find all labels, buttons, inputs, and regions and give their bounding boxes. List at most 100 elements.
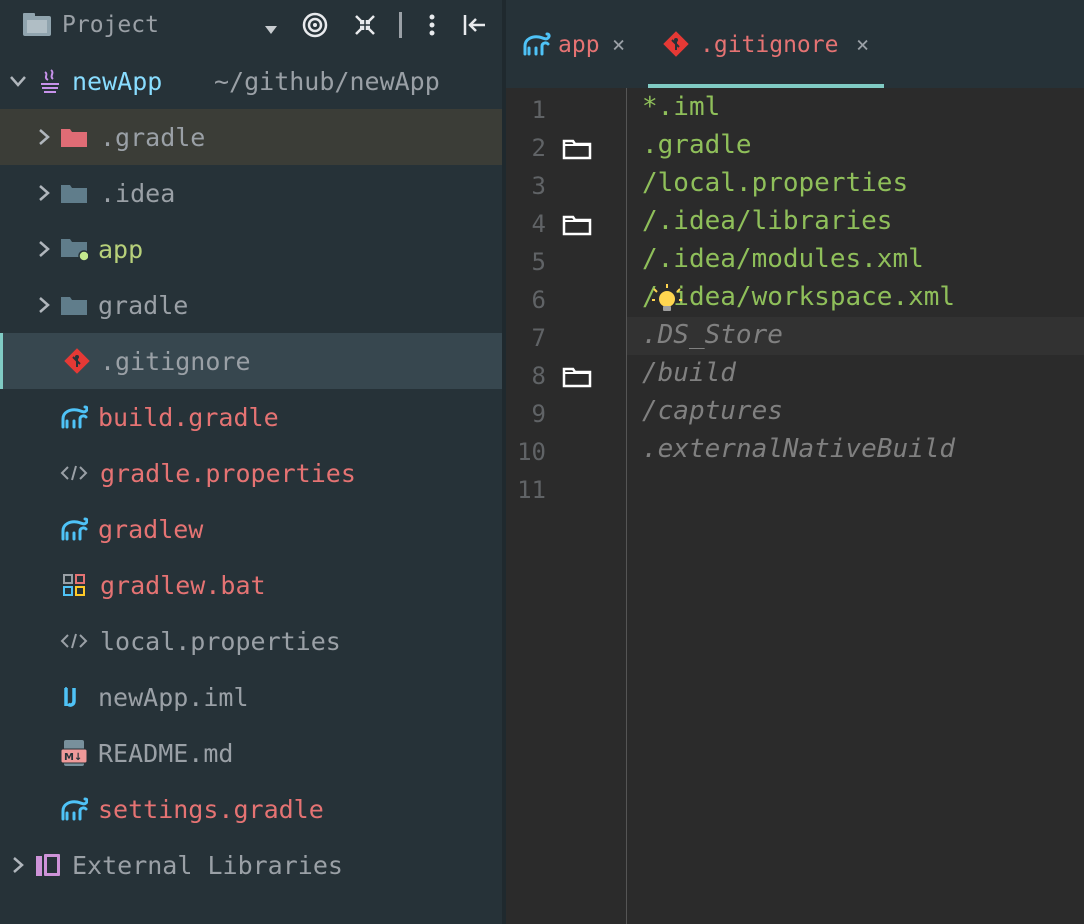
close-icon[interactable]: × [856,33,869,58]
folder-icon [60,291,88,319]
tree-item-readme[interactable]: M↓ README.md [0,725,502,781]
project-view-title[interactable]: Project [62,12,159,38]
project-panel: Project newApp ~/github/newApp .gradle .… [0,0,502,924]
folder-gutter-icon[interactable] [562,138,592,160]
project-view-icon [22,12,52,38]
chevron-right-icon[interactable] [8,855,28,875]
collapse-all-icon[interactable] [350,10,380,40]
line-number: 6 [531,286,546,314]
more-options-icon[interactable] [417,10,447,40]
view-mode-dropdown-icon[interactable] [264,20,278,39]
tree-item-gradle-folder[interactable]: gradle [0,277,502,333]
tree-external-libraries[interactable]: External Libraries [0,837,502,893]
tree-item-gitignore[interactable]: .gitignore [0,333,502,389]
code-line[interactable]: .gradle [642,130,752,160]
svg-text:M↓: M↓ [64,752,82,763]
locate-file-icon[interactable] [300,10,330,40]
line-number-gutter: 1 2 3 4 5 6 7 8 9 10 11 [506,88,627,924]
close-icon[interactable]: × [612,33,625,58]
tree-item-label: README.md [98,738,234,768]
library-icon [34,851,62,879]
code-line[interactable]: /.idea/libraries [642,206,892,236]
code-line[interactable]: .DS_Store [642,320,783,350]
properties-icon [60,459,88,487]
tree-item-label: External Libraries [72,850,343,880]
tree-item-build-gradle[interactable]: build.gradle [0,389,502,445]
tree-item-gradle-properties[interactable]: gradle.properties [0,445,502,501]
tree-item-label: newApp.iml [98,682,249,712]
tree-item-newapp-iml[interactable]: newApp.iml [0,669,502,725]
editor-area: app × .gitignore × 1 2 3 4 5 6 7 8 9 10 … [506,0,1084,924]
line-number: 9 [531,400,546,428]
tree-item-label: gradle.properties [100,458,356,488]
chevron-right-icon[interactable] [34,183,54,203]
editor-tab-bar: app × .gitignore × [506,0,1084,88]
tree-item-label: gradlew.bat [100,570,266,600]
project-root-name: newApp [72,66,163,96]
java-project-icon [36,67,64,95]
folder-gutter-icon[interactable] [562,214,592,236]
line-number: 11 [517,476,546,504]
line-number: 2 [531,134,546,162]
lightbulb-icon[interactable] [652,284,682,318]
chevron-right-icon[interactable] [34,127,54,147]
line-number: 1 [531,96,546,124]
module-folder-icon [60,235,88,263]
tab-app[interactable]: app × [522,0,642,88]
tree-item-label: build.gradle [98,402,279,432]
tab-gitignore[interactable]: .gitignore × [648,0,884,88]
tab-label: app [558,32,600,58]
tree-item-gradle-dir[interactable]: .gradle [0,109,502,165]
line-number: 3 [531,172,546,200]
code-line[interactable]: /build [642,358,736,388]
tree-root-row[interactable]: newApp ~/github/newApp [0,53,502,109]
properties-icon [60,627,88,655]
tree-item-label: local.properties [100,626,341,656]
tree-item-label: .gradle [100,122,206,152]
line-number: 7 [531,324,546,352]
chevron-right-icon[interactable] [34,295,54,315]
toolbar-separator [399,12,402,38]
line-number: 5 [531,248,546,276]
tree-item-gradlew[interactable]: gradlew [0,501,502,557]
code-line[interactable]: /.idea/modules.xml [642,244,924,274]
chevron-down-icon[interactable] [8,71,28,91]
project-toolbar: Project [0,0,502,52]
gradle-icon [522,32,552,60]
gradle-icon [60,403,88,431]
tree-item-idea-dir[interactable]: .idea [0,165,502,221]
tree-item-label: gradlew [98,514,204,544]
hide-panel-icon[interactable] [460,10,490,40]
tree-item-settings-gradle[interactable]: settings.gradle [0,781,502,837]
tree-item-label: .gitignore [100,346,251,376]
code-line[interactable]: /local.properties [642,168,908,198]
code-line[interactable]: .externalNativeBuild [642,434,955,464]
active-tab-indicator [648,84,884,88]
code-line[interactable]: /.idea/workspace.xml [642,282,955,312]
line-number: 10 [517,438,546,466]
tree-item-local-properties[interactable]: local.properties [0,613,502,669]
iml-icon [60,683,88,711]
git-icon [63,347,91,375]
tree-item-label: gradle [98,290,189,320]
line-number: 8 [531,362,546,390]
tree-item-label: .idea [100,178,176,208]
tree-item-app-module[interactable]: app [0,221,502,277]
bat-file-icon [60,571,88,599]
folder-icon [60,179,88,207]
folder-gutter-icon[interactable] [562,366,592,388]
folder-icon [60,123,88,151]
gradle-icon [60,515,88,543]
code-line[interactable]: /captures [642,396,783,426]
tree-item-gradlew-bat[interactable]: gradlew.bat [0,557,502,613]
project-root-path: ~/github/newApp [214,66,440,96]
code-line[interactable]: *.iml [642,92,720,122]
chevron-right-icon[interactable] [34,239,54,259]
gradle-icon [60,795,88,823]
git-icon [662,30,690,62]
line-number: 4 [531,210,546,238]
markdown-icon: M↓ [60,739,88,767]
tree-item-label: settings.gradle [98,794,324,824]
tab-label: .gitignore [700,32,839,58]
tree-item-label: app [98,234,144,264]
